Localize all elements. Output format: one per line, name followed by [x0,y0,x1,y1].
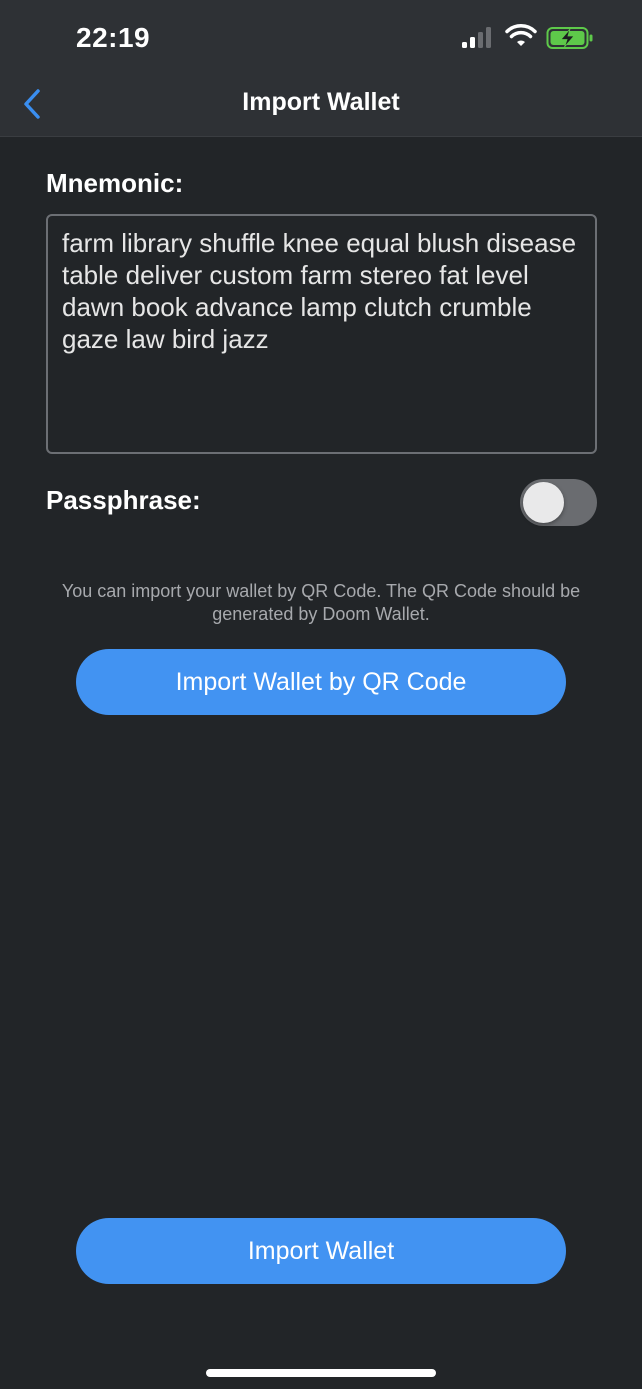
page-title: Import Wallet [242,88,400,116]
wifi-icon [505,24,537,46]
passphrase-label: Passphrase: [46,485,201,515]
import-wallet-button[interactable]: Import Wallet [76,1218,566,1284]
mnemonic-label: Mnemonic: [46,168,184,198]
mnemonic-input[interactable]: farm library shuffle knee equal blush di… [46,214,597,454]
qr-hint-text: You can import your wallet by QR Code. T… [61,581,581,624]
passphrase-toggle[interactable] [520,479,597,526]
status-time: 22:19 [76,22,151,53]
cellular-signal-icon [462,27,491,48]
battery-charging-icon [546,27,593,49]
import-wallet-screen: 22:19 Import Wallet Mnemonic: farm libra… [0,0,642,1389]
home-indicator [206,1369,436,1377]
toggle-knob [523,482,564,523]
import-by-qr-button[interactable]: Import Wallet by QR Code [76,649,566,715]
top-bar: 22:19 Import Wallet [0,0,642,137]
